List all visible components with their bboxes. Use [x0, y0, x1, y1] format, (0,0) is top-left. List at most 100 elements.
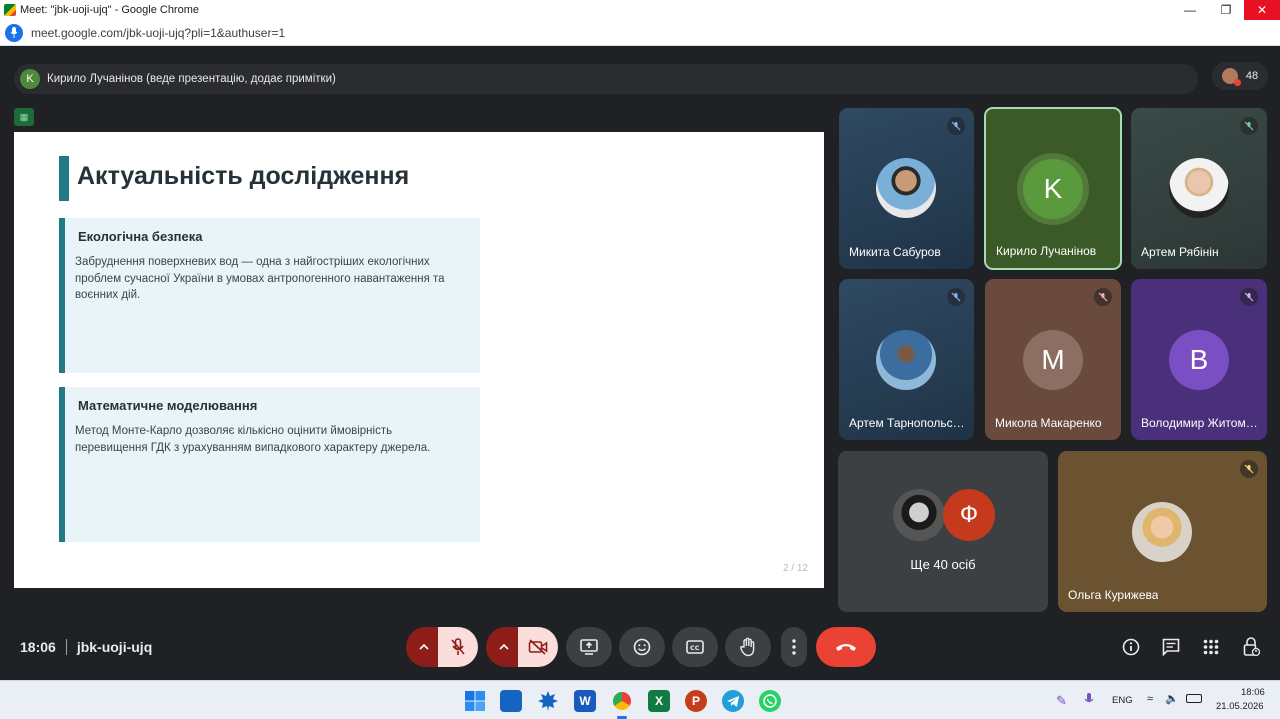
participant-photo [1169, 158, 1229, 218]
meeting-details-button[interactable] [1119, 635, 1143, 659]
address-bar[interactable]: meet.google.com/jbk-uoji-ujq?pli=1&authu… [0, 20, 1280, 46]
meeting-time: 18:06 [20, 639, 56, 655]
microphone-toggle-button[interactable] [438, 627, 478, 667]
participants-button[interactable]: 48 [1212, 62, 1268, 90]
mic-off-icon [947, 117, 965, 135]
pen-icon[interactable]: ✎ [1056, 693, 1067, 709]
participant-avatar: Ф [943, 489, 995, 541]
meet-favicon-icon [4, 4, 16, 16]
leave-call-button[interactable] [816, 627, 876, 667]
mic-off-icon [1240, 117, 1258, 135]
volume-icon[interactable]: 🔈 [1165, 692, 1179, 705]
window-title: Meet: "jbk-uoji-ujq" - Google Chrome [20, 4, 199, 16]
url-text[interactable]: meet.google.com/jbk-uoji-ujq?pli=1&authu… [31, 26, 285, 40]
svg-text:CC: CC [690, 644, 700, 652]
microphone-permission-icon[interactable] [5, 23, 23, 42]
browser-title-bar: Meet: "jbk-uoji-ujq" - Google Chrome — ❐… [0, 0, 1280, 20]
taskbar-clock[interactable]: 18:06 [1241, 687, 1265, 698]
participant-name: Микола Макаренко [995, 416, 1102, 430]
windows-taskbar: W X P ✎ ENG ≈ 🔈 18:06 21.05.2026 [0, 680, 1280, 719]
audio-settings-button[interactable] [406, 627, 442, 667]
card-body: Метод Монте-Карло дозволяє кількісно оці… [75, 425, 431, 454]
minimize-icon[interactable]: — [1172, 0, 1208, 20]
participant-photo [876, 330, 936, 390]
wifi-icon[interactable]: ≈ [1147, 693, 1153, 705]
participant-name: Микита Сабуров [849, 245, 941, 259]
restore-icon[interactable]: ❐ [1208, 0, 1244, 20]
participant-thumbnail-icon [1221, 68, 1241, 86]
participant-avatar: K [1023, 159, 1083, 219]
participant-avatar: B [1169, 330, 1229, 390]
present-screen-button[interactable] [566, 627, 612, 667]
reactions-button[interactable] [619, 627, 665, 667]
camera-off-icon [528, 639, 548, 655]
presenter-avatar: K [20, 69, 40, 89]
hand-icon [740, 637, 755, 657]
chevron-up-icon [499, 644, 509, 650]
language-indicator[interactable]: ENG [1112, 695, 1133, 706]
battery-icon[interactable] [1186, 694, 1202, 703]
participant-tile[interactable]: Артем Тарнопольський [839, 279, 974, 440]
mic-off-icon [1240, 288, 1258, 306]
participant-photo [876, 158, 936, 218]
powerpoint-icon[interactable]: P [685, 690, 707, 712]
participant-name: Ольга Курижева [1068, 588, 1159, 602]
chat-button[interactable] [1159, 635, 1183, 659]
participants-count: 48 [1245, 70, 1259, 82]
hang-up-icon [836, 644, 856, 651]
more-participants-label: Ще 40 осіб [910, 557, 976, 572]
excel-icon[interactable]: X [648, 690, 670, 712]
participant-tile[interactable]: B Володимир Житомирський [1131, 279, 1267, 440]
mic-off-icon [947, 288, 965, 306]
presenting-banner: K Кирило Лучанінов (веде презентацію, до… [14, 64, 1198, 94]
participant-photo [1132, 502, 1192, 562]
meeting-code: jbk-uoji-ujq [76, 639, 153, 655]
store-icon[interactable] [500, 690, 522, 712]
more-participants-tile[interactable]: Ф Ще 40 осіб [838, 451, 1048, 612]
video-settings-button[interactable] [486, 627, 522, 667]
present-screen-icon [580, 639, 598, 655]
divider [65, 639, 67, 655]
activities-button[interactable] [1199, 635, 1223, 659]
close-window-icon[interactable]: ✕ [1244, 0, 1280, 20]
start-windows-icon[interactable] [464, 690, 486, 712]
participant-name: Артем Тарнопольський [849, 416, 967, 430]
participant-name: Володимир Житомирський [1141, 416, 1259, 430]
title-accent-bar [59, 156, 69, 201]
participant-tile-active-speaker[interactable]: K Кирило Лучанінов [984, 107, 1122, 270]
lock-person-icon [1243, 637, 1260, 657]
participant-name: Артем Рябінін [1141, 245, 1219, 259]
mic-off-icon [451, 638, 465, 655]
participant-tile[interactable]: Ольга Курижева [1058, 451, 1267, 612]
participant-tile[interactable]: M Микола Макаренко [985, 279, 1121, 440]
maple-leaf-app-icon[interactable] [537, 690, 559, 712]
chrome-icon[interactable] [611, 690, 633, 712]
emoji-icon [633, 638, 651, 656]
card-body: Забруднення поверхневих вод — одна з най… [75, 256, 445, 301]
chat-icon [1162, 638, 1180, 656]
chevron-up-icon [419, 644, 429, 650]
card-heading: Екологічна безпека [78, 229, 203, 244]
mic-off-icon [1240, 460, 1258, 478]
word-icon[interactable]: W [574, 690, 596, 712]
telegram-icon[interactable] [722, 690, 744, 712]
participant-tile[interactable]: Микита Сабуров [839, 108, 974, 269]
participant-avatar: M [1023, 330, 1083, 390]
captions-button[interactable]: CC [672, 627, 718, 667]
host-controls-button[interactable] [1239, 635, 1263, 659]
slides-icon[interactable]: ▦ [14, 108, 34, 126]
slide-card: Екологічна безпека Забруднення поверхнев… [59, 218, 480, 373]
slide-card: Математичне моделювання Метод Монте-Карл… [59, 387, 480, 542]
participant-photo [893, 489, 945, 541]
info-icon [1122, 638, 1140, 656]
shared-presentation-slide: Актуальність дослідження Екологічна безп… [14, 132, 824, 588]
whatsapp-icon[interactable] [759, 690, 781, 712]
more-options-button[interactable] [781, 627, 807, 667]
participant-tile[interactable]: Артем Рябінін [1131, 108, 1267, 269]
microphone-tray-icon[interactable] [1084, 692, 1094, 709]
raise-hand-button[interactable] [725, 627, 771, 667]
captions-icon: CC [686, 640, 704, 654]
taskbar-date[interactable]: 21.05.2026 [1216, 701, 1264, 712]
card-heading: Математичне моделювання [78, 398, 258, 413]
camera-toggle-button[interactable] [518, 627, 558, 667]
